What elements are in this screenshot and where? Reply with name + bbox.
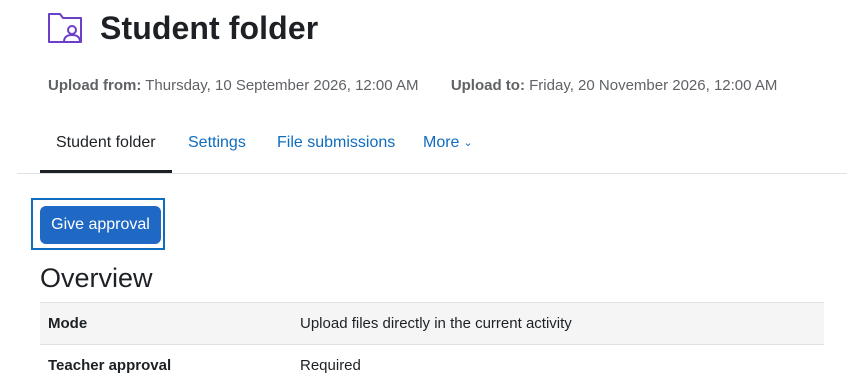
page: Student folder Upload from: Thursday, 10… — [0, 0, 857, 381]
tab-more[interactable]: More ⌄ — [423, 118, 473, 172]
teacher-approval-label: Teacher approval — [40, 344, 292, 381]
mode-value: Upload files directly in the current act… — [292, 302, 824, 345]
teacher-approval-value: Required — [292, 344, 824, 381]
tab-file-submissions[interactable]: File submissions — [277, 118, 395, 172]
upload-to-value: Friday, 20 November 2026, 12:00 AM — [529, 77, 778, 94]
tab-student-folder[interactable]: Student folder — [40, 118, 172, 173]
give-approval-button[interactable]: Give approval — [40, 206, 161, 244]
upload-from-value: Thursday, 10 September 2026, 12:00 AM — [145, 77, 419, 94]
mode-label: Mode — [40, 302, 292, 345]
table-row: Teacher approval Required — [40, 344, 824, 381]
overview-heading: Overview — [40, 263, 153, 293]
overview-table: Mode Upload files directly in the curren… — [40, 302, 824, 381]
folder-user-icon — [46, 8, 86, 48]
table-row: Mode Upload files directly in the curren… — [40, 302, 824, 345]
page-title: Student folder — [100, 10, 319, 46]
page-header: Student folder — [46, 8, 318, 48]
upload-dates: Upload from: Thursday, 10 September 2026… — [48, 77, 777, 94]
tab-settings[interactable]: Settings — [188, 118, 246, 172]
tab-more-label: More — [423, 134, 460, 151]
upload-to-label: Upload to: — [450, 77, 525, 94]
upload-from-label: Upload from: — [48, 77, 142, 94]
chevron-down-icon: ⌄ — [463, 137, 473, 149]
secondary-navigation: Student folder Settings File submissions… — [17, 118, 847, 174]
